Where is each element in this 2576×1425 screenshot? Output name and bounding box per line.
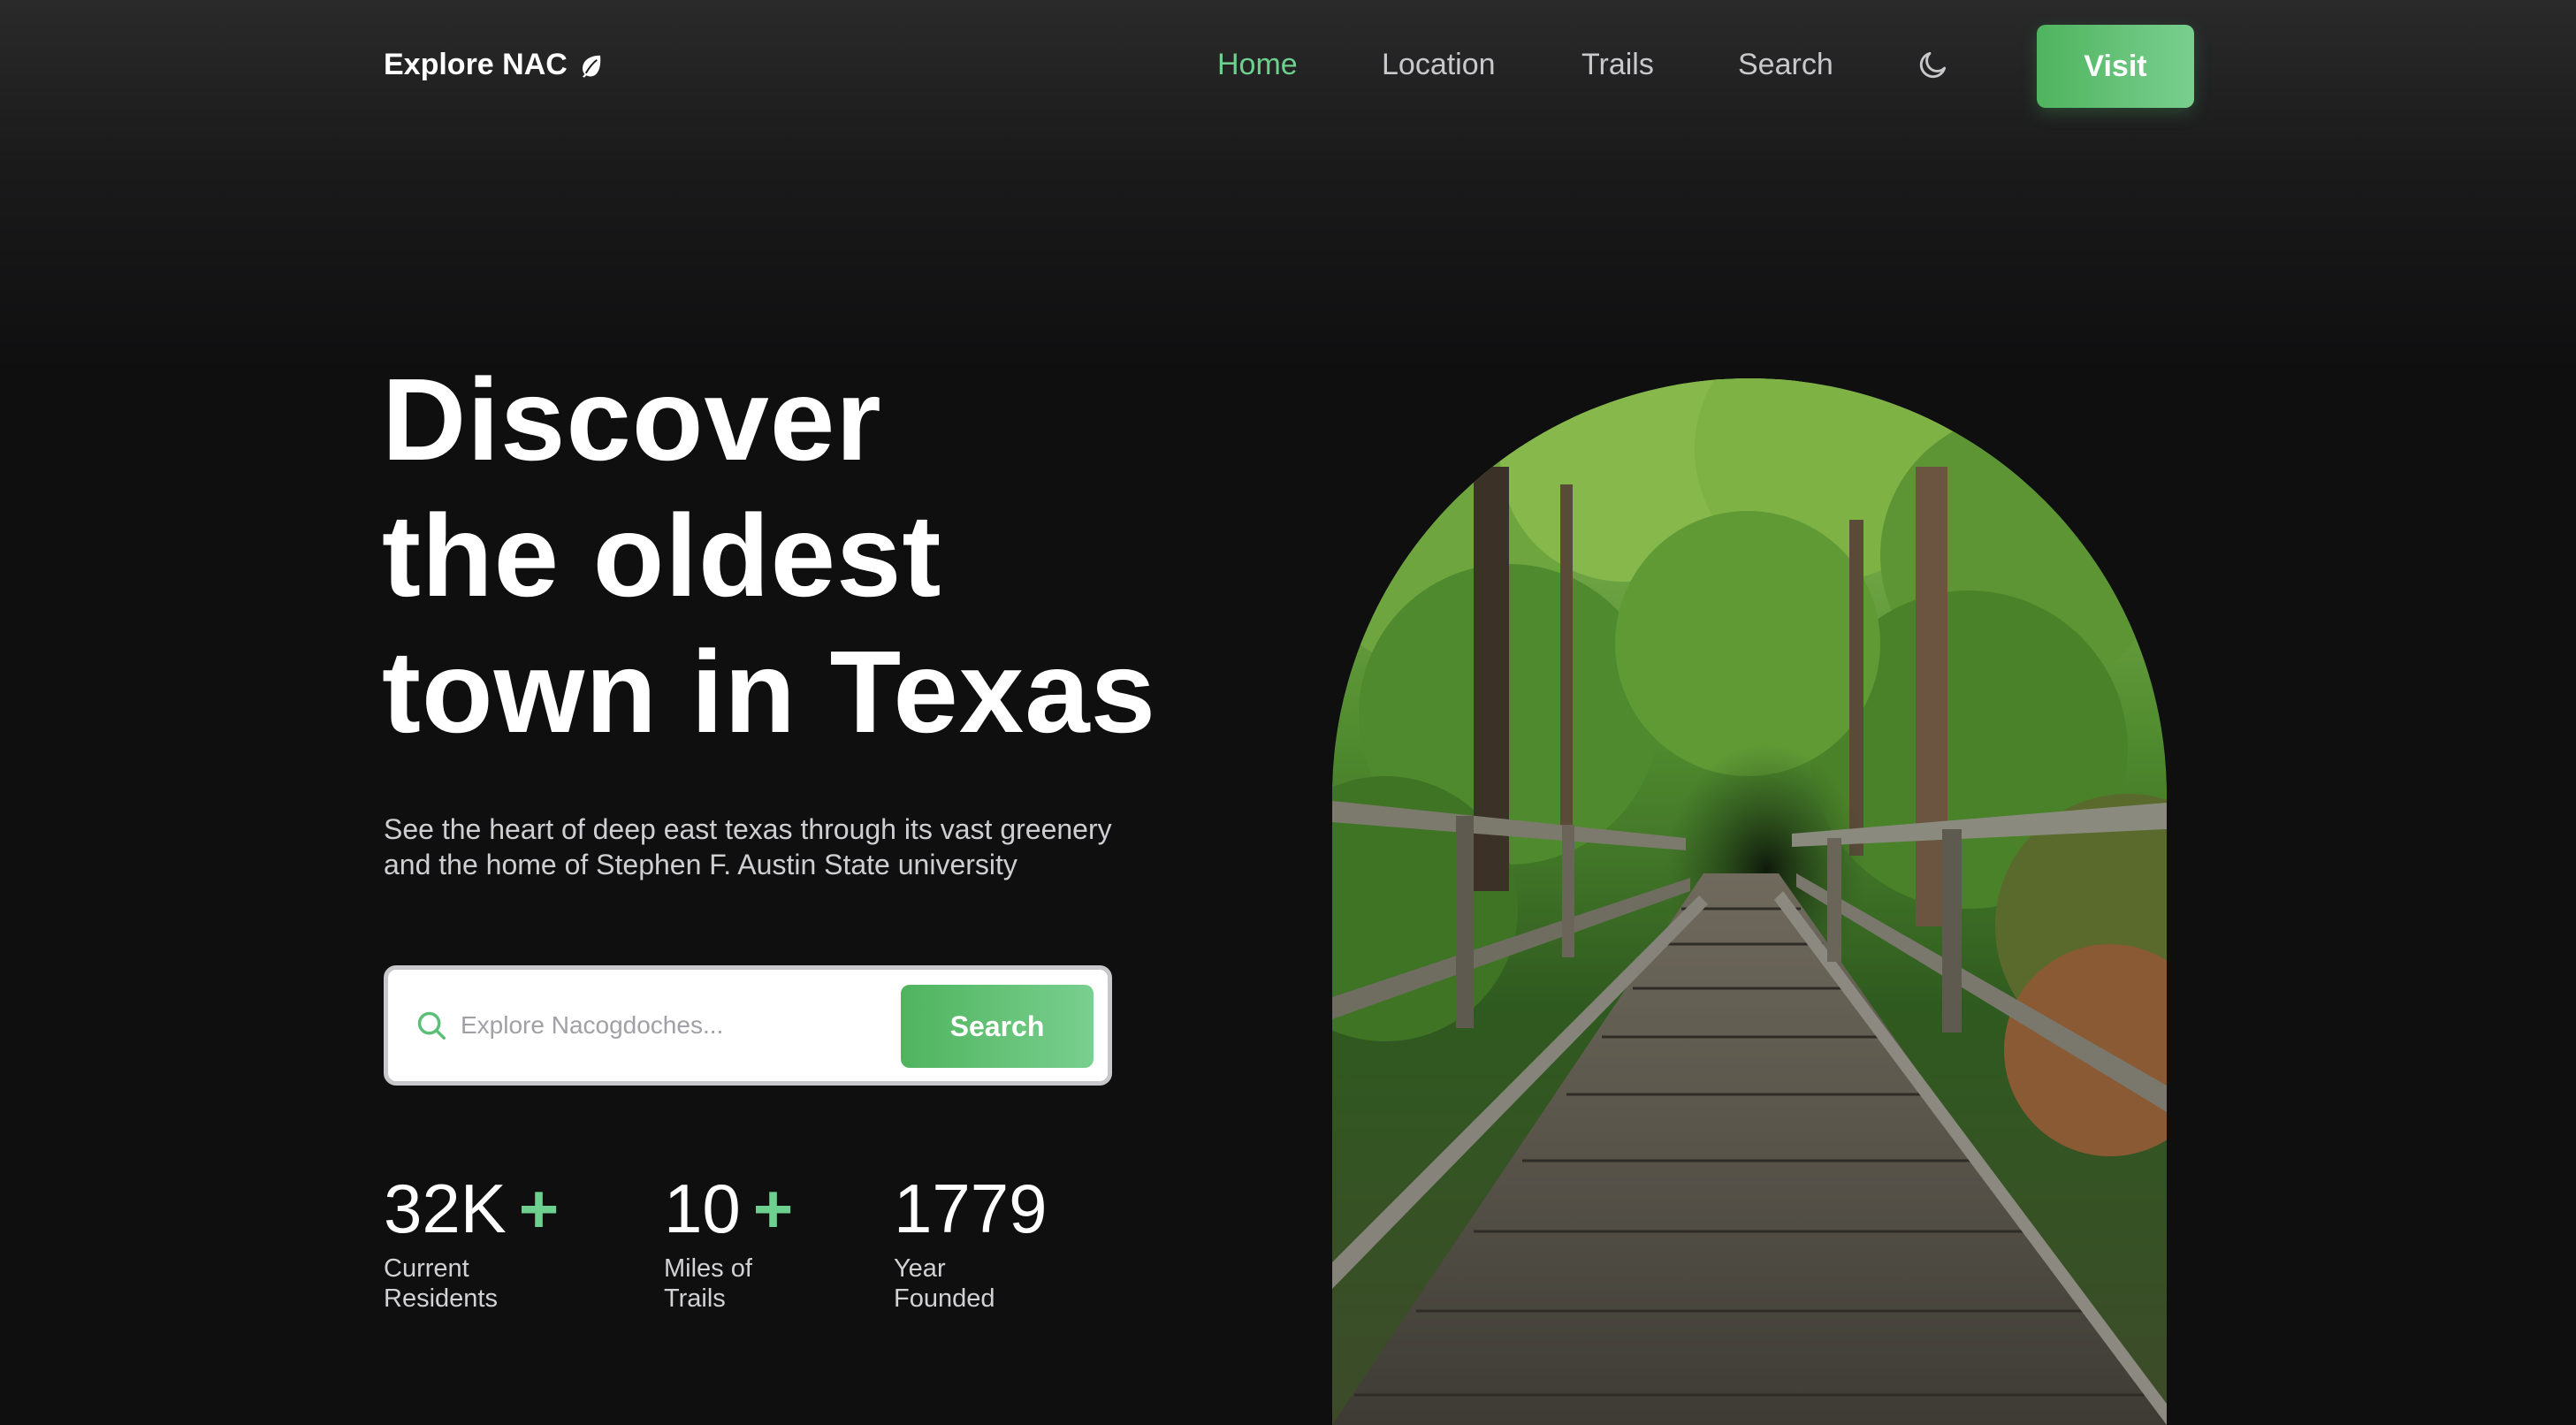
- stat-number: 1779: [894, 1170, 1048, 1247]
- stat-label: Miles of Trails: [664, 1254, 793, 1314]
- search-input[interactable]: [461, 994, 858, 1056]
- search-bar: Search: [384, 965, 1112, 1086]
- leaf-icon: [582, 55, 601, 78]
- stat-trail-miles: 10 + Miles of Trails: [664, 1169, 793, 1314]
- moon-icon[interactable]: [1917, 48, 1950, 81]
- boardwalk-illustration: [1332, 378, 2167, 1425]
- stat-label-line-1: Miles of: [664, 1254, 752, 1283]
- stat-year-founded: 1779 Year Founded: [894, 1169, 1048, 1314]
- hero-image-forest-boardwalk: [1332, 378, 2167, 1425]
- visit-button[interactable]: Visit: [2037, 25, 2194, 108]
- subtitle-line-1: See the heart of deep east texas through…: [384, 813, 1112, 845]
- search-icon: [417, 1011, 446, 1040]
- subtitle-line-2: and the home of Stephen F. Austin State …: [384, 849, 1017, 880]
- headline-line-2: the oldest: [382, 491, 942, 621]
- logo-text: Explore NAC: [384, 48, 568, 81]
- stat-label-line-2: Residents: [384, 1284, 498, 1313]
- nav-link-home[interactable]: Home: [1217, 48, 1298, 82]
- plus-icon: +: [518, 1170, 560, 1247]
- stat-label: Year Founded: [894, 1254, 1048, 1314]
- stat-label-line-1: Current: [384, 1254, 469, 1283]
- search-button[interactable]: Search: [901, 985, 1094, 1068]
- stat-label-line-1: Year: [894, 1254, 946, 1283]
- stat-label-line-2: Trails: [664, 1284, 726, 1313]
- stat-number: 32K: [384, 1170, 507, 1247]
- nav-link-search[interactable]: Search: [1738, 48, 1833, 82]
- stat-value: 32K +: [384, 1169, 559, 1248]
- plus-icon: +: [752, 1170, 794, 1247]
- stat-value: 10 +: [664, 1169, 793, 1248]
- site-logo[interactable]: Explore NAC: [384, 48, 605, 82]
- stat-value: 1779: [894, 1169, 1048, 1248]
- nav-link-trails[interactable]: Trails: [1581, 48, 1654, 82]
- nav-link-location[interactable]: Location: [1382, 48, 1496, 82]
- headline-line-1: Discover: [382, 354, 882, 484]
- hero-headline: Discover the oldest town in Texas: [382, 352, 1156, 760]
- hero-subtitle: See the heart of deep east texas through…: [384, 812, 1197, 882]
- stat-label-line-2: Founded: [894, 1284, 995, 1313]
- headline-line-3: town in Texas: [382, 627, 1157, 757]
- stat-residents: 32K + Current Residents: [384, 1169, 559, 1314]
- stat-label: Current Residents: [384, 1254, 559, 1314]
- top-navigation: Explore NAC Home Location Trails Search …: [0, 0, 2576, 133]
- stat-number: 10: [664, 1170, 741, 1247]
